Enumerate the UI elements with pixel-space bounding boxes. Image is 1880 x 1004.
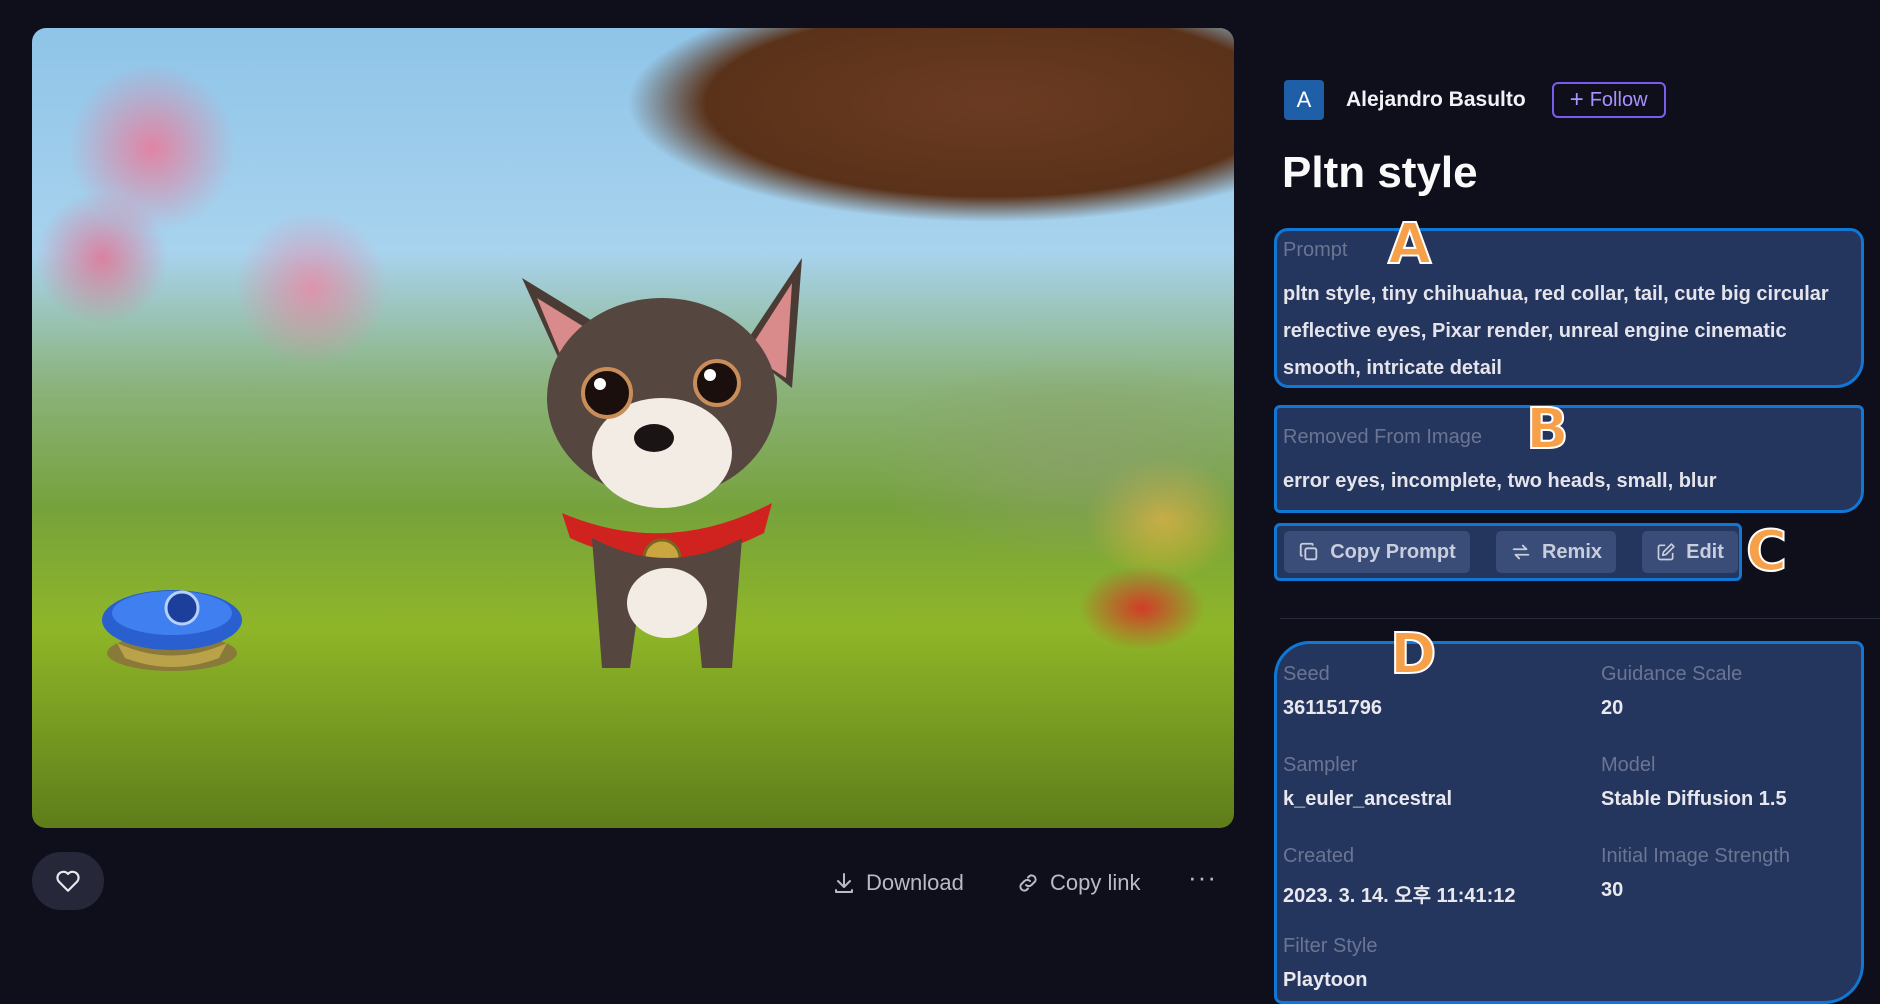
prompt-label: Prompt [1283,239,1348,261]
plus-icon: + [1569,86,1584,113]
author-row: A Alejandro Basulto + Follow [1284,80,1666,120]
prompt-text: pltn style, tiny chihuahua, red collar, … [1283,283,1829,379]
initial-image-strength-label: Initial Image Strength [1601,845,1790,867]
like-button[interactable] [32,852,104,910]
copy-icon [1300,542,1318,561]
download-button[interactable]: Download [832,868,964,898]
initial-image-strength-value: 30 [1601,879,1624,901]
model-value: Stable Diffusion 1.5 [1601,788,1787,810]
seed-label: Seed [1283,663,1330,685]
page-title: Pltn style [1282,148,1478,197]
filter-style-label: Filter Style [1283,935,1378,957]
sampler-label: Sampler [1283,754,1358,776]
heart-icon [56,870,80,892]
link-icon [1019,874,1037,892]
more-options-button[interactable]: ··· [1188,862,1217,893]
section-divider [1280,618,1880,619]
toy-figure [102,590,242,671]
guidance-scale-label: Guidance Scale [1601,663,1743,685]
copy-link-button[interactable]: Copy link [1016,868,1140,898]
filter-style-value: Playtoon [1283,969,1368,991]
edit-icon [1657,543,1675,561]
seed-value: 361151796 [1283,697,1383,719]
follow-label: Follow [1589,88,1648,111]
generated-image[interactable] [32,28,1234,828]
edit-label: Edit [1686,540,1724,563]
author-name[interactable]: Alejandro Basulto [1346,88,1526,112]
follow-button[interactable]: + Follow [1551,82,1666,118]
remix-icon [1512,544,1530,560]
avatar[interactable]: A [1284,80,1324,120]
download-label: Download [866,870,964,895]
created-value: 2023. 3. 14. 오후 11:41:12 [1283,885,1516,907]
negative-prompt-label: Removed From Image [1283,426,1482,448]
copy-prompt-button[interactable]: Copy Prompt [1284,531,1470,573]
remix-button[interactable]: Remix [1496,531,1616,573]
remix-label: Remix [1541,540,1603,563]
copy-prompt-label: Copy Prompt [1330,540,1456,563]
edit-button[interactable]: Edit [1642,531,1738,573]
copy-link-label: Copy link [1050,870,1141,895]
download-icon [835,873,853,893]
annotation-marker-d: D [1389,621,1438,688]
sampler-value: k_euler_ancestral [1283,788,1453,810]
annotation-marker-a: A [1387,211,1432,278]
annotation-marker-c: C [1745,518,1788,585]
chihuahua-figure [522,258,802,668]
guidance-scale-value: 20 [1601,697,1624,719]
annotation-marker-b: B [1525,396,1570,463]
negative-prompt-text: error eyes, incomplete, two heads, small… [1283,470,1717,492]
created-label: Created [1283,845,1355,867]
model-label: Model [1601,754,1656,776]
